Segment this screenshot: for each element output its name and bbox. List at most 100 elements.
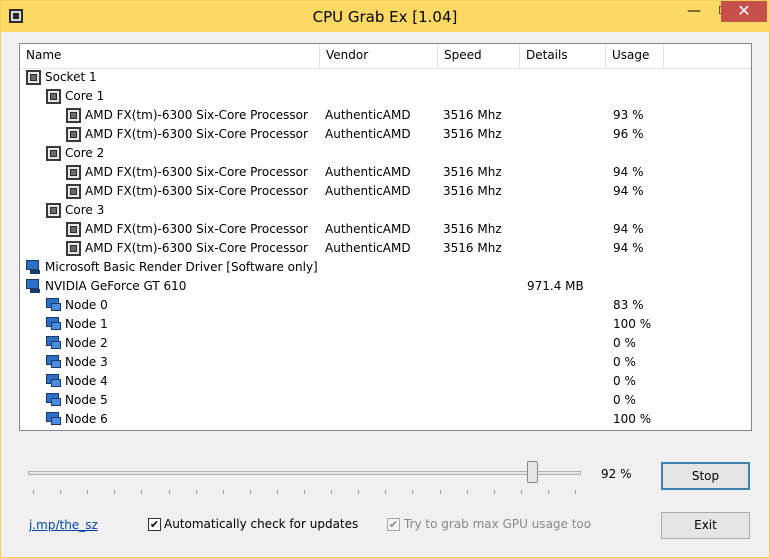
table-row[interactable]: AMD FX(tm)-6300 Six-Core Processor Authen… — [20, 163, 751, 182]
row-name: AMD FX(tm)-6300 Six-Core Processor — [85, 165, 308, 179]
row-name: Core 3 — [65, 203, 105, 217]
device-list[interactable]: Name Vendor Speed Details Usage Socket 1… — [19, 43, 752, 431]
cpu-chip-icon — [46, 203, 61, 218]
row-usage: 0 % — [613, 393, 636, 407]
gpu-grab-label: Try to grab max GPU usage too — [404, 517, 592, 531]
table-row[interactable]: AMD FX(tm)-6300 Six-Core Processor Authen… — [20, 182, 751, 201]
gpu-grab-checkbox[interactable]: ✔ — [387, 518, 400, 531]
row-speed: 3516 Mhz — [443, 127, 502, 141]
table-row[interactable]: AMD FX(tm)-6300 Six-Core Processor Authen… — [20, 125, 751, 144]
table-row[interactable]: Node 5 0 % — [20, 391, 751, 410]
cpu-chip-icon — [66, 127, 81, 142]
auto-update-label[interactable]: Automatically check for updates — [164, 517, 358, 531]
column-header-speed[interactable]: Speed — [438, 44, 520, 68]
cpu-chip-icon — [66, 184, 81, 199]
display-node-icon — [46, 317, 61, 332]
slider-tick — [87, 490, 88, 494]
display-node-icon — [46, 355, 61, 370]
stop-button[interactable]: Stop — [661, 462, 750, 490]
display-node-icon — [46, 374, 61, 389]
row-name: Node 3 — [65, 355, 108, 369]
row-vendor: AuthenticAMD — [325, 165, 411, 179]
display-node-icon — [46, 298, 61, 313]
table-row[interactable]: Microsoft Basic Render Driver [Software … — [20, 258, 751, 277]
slider-percent-label: 92 % — [601, 467, 632, 481]
table-row[interactable]: Node 0 83 % — [20, 296, 751, 315]
monitor-icon — [26, 279, 41, 294]
row-name: Microsoft Basic Render Driver [Software … — [45, 260, 318, 274]
row-vendor: AuthenticAMD — [325, 222, 411, 236]
row-usage: 0 % — [613, 336, 636, 350]
table-row[interactable]: Node 3 0 % — [20, 353, 751, 372]
website-link[interactable]: j.mp/the_sz — [29, 518, 98, 532]
table-row[interactable]: Core 2 — [20, 144, 751, 163]
row-usage: 94 % — [613, 222, 644, 236]
row-name: Core 2 — [65, 146, 105, 160]
column-header-details[interactable]: Details — [520, 44, 606, 68]
row-usage: 0 % — [613, 374, 636, 388]
column-header-vendor[interactable]: Vendor — [320, 44, 438, 68]
row-name: AMD FX(tm)-6300 Six-Core Processor — [85, 184, 308, 198]
slider-tick — [114, 490, 115, 494]
slider-thumb[interactable] — [527, 461, 538, 483]
table-row[interactable]: AMD FX(tm)-6300 Six-Core Processor Authen… — [20, 239, 751, 258]
row-vendor: AuthenticAMD — [325, 108, 411, 122]
row-name: Node 2 — [65, 336, 108, 350]
title-bar[interactable]: CPU Grab Ex [1.04] — ☐ ✕ — [1, 1, 769, 32]
row-name: AMD FX(tm)-6300 Six-Core Processor — [85, 127, 308, 141]
slider-tick — [412, 490, 413, 494]
table-row[interactable]: Node 1 100 % — [20, 315, 751, 334]
slider-track[interactable] — [28, 471, 581, 475]
auto-update-checkbox[interactable]: ✔ — [148, 518, 161, 531]
minimize-button[interactable]: — — [679, 1, 709, 22]
row-name: Node 0 — [65, 298, 108, 312]
table-row[interactable]: AMD FX(tm)-6300 Six-Core Processor Authen… — [20, 220, 751, 239]
slider-tick — [33, 490, 34, 494]
slider-tick — [467, 490, 468, 494]
slider-tick — [169, 490, 170, 494]
row-usage: 93 % — [613, 108, 644, 122]
column-header-name[interactable]: Name — [20, 44, 320, 68]
slider-tick — [304, 490, 305, 494]
slider-tick — [60, 490, 61, 494]
table-row[interactable]: Node 4 0 % — [20, 372, 751, 391]
row-usage: 96 % — [613, 127, 644, 141]
row-vendor: AuthenticAMD — [325, 184, 411, 198]
row-speed: 3516 Mhz — [443, 108, 502, 122]
cpu-chip-icon — [66, 241, 81, 256]
table-row[interactable]: Core 1 — [20, 87, 751, 106]
slider-tick — [277, 490, 278, 494]
exit-button[interactable]: Exit — [661, 512, 750, 539]
slider-tick — [385, 490, 386, 494]
table-row[interactable]: Core 3 — [20, 201, 751, 220]
slider-tick — [250, 490, 251, 494]
cpu-chip-icon — [46, 146, 61, 161]
row-name: Node 5 — [65, 393, 108, 407]
row-speed: 3516 Mhz — [443, 222, 502, 236]
slider-tick — [141, 490, 142, 494]
row-usage: 83 % — [613, 298, 644, 312]
column-header-usage[interactable]: Usage — [606, 44, 664, 68]
slider-tick — [521, 490, 522, 494]
slider-tick — [358, 490, 359, 494]
table-row[interactable]: Socket 1 — [20, 68, 751, 87]
row-name: Socket 1 — [45, 70, 97, 84]
table-row[interactable]: Node 6 100 % — [20, 410, 751, 429]
slider-tick — [548, 490, 549, 494]
table-row[interactable]: Node 2 0 % — [20, 334, 751, 353]
row-vendor: AuthenticAMD — [325, 127, 411, 141]
row-usage: 94 % — [613, 184, 644, 198]
row-name: Node 1 — [65, 317, 108, 331]
slider-tick — [223, 490, 224, 494]
table-row[interactable]: AMD FX(tm)-6300 Six-Core Processor Authen… — [20, 106, 751, 125]
window-title: CPU Grab Ex [1.04] — [312, 8, 458, 26]
row-name: AMD FX(tm)-6300 Six-Core Processor — [85, 108, 308, 122]
table-row[interactable]: NVIDIA GeForce GT 610 971.4 MB — [20, 277, 751, 296]
cpu-chip-icon — [66, 165, 81, 180]
display-node-icon — [46, 412, 61, 427]
row-usage: 94 % — [613, 241, 644, 255]
row-name: Core 1 — [65, 89, 105, 103]
close-button[interactable]: ✕ — [721, 1, 767, 22]
slider-tick — [440, 490, 441, 494]
slider-tick — [331, 490, 332, 494]
